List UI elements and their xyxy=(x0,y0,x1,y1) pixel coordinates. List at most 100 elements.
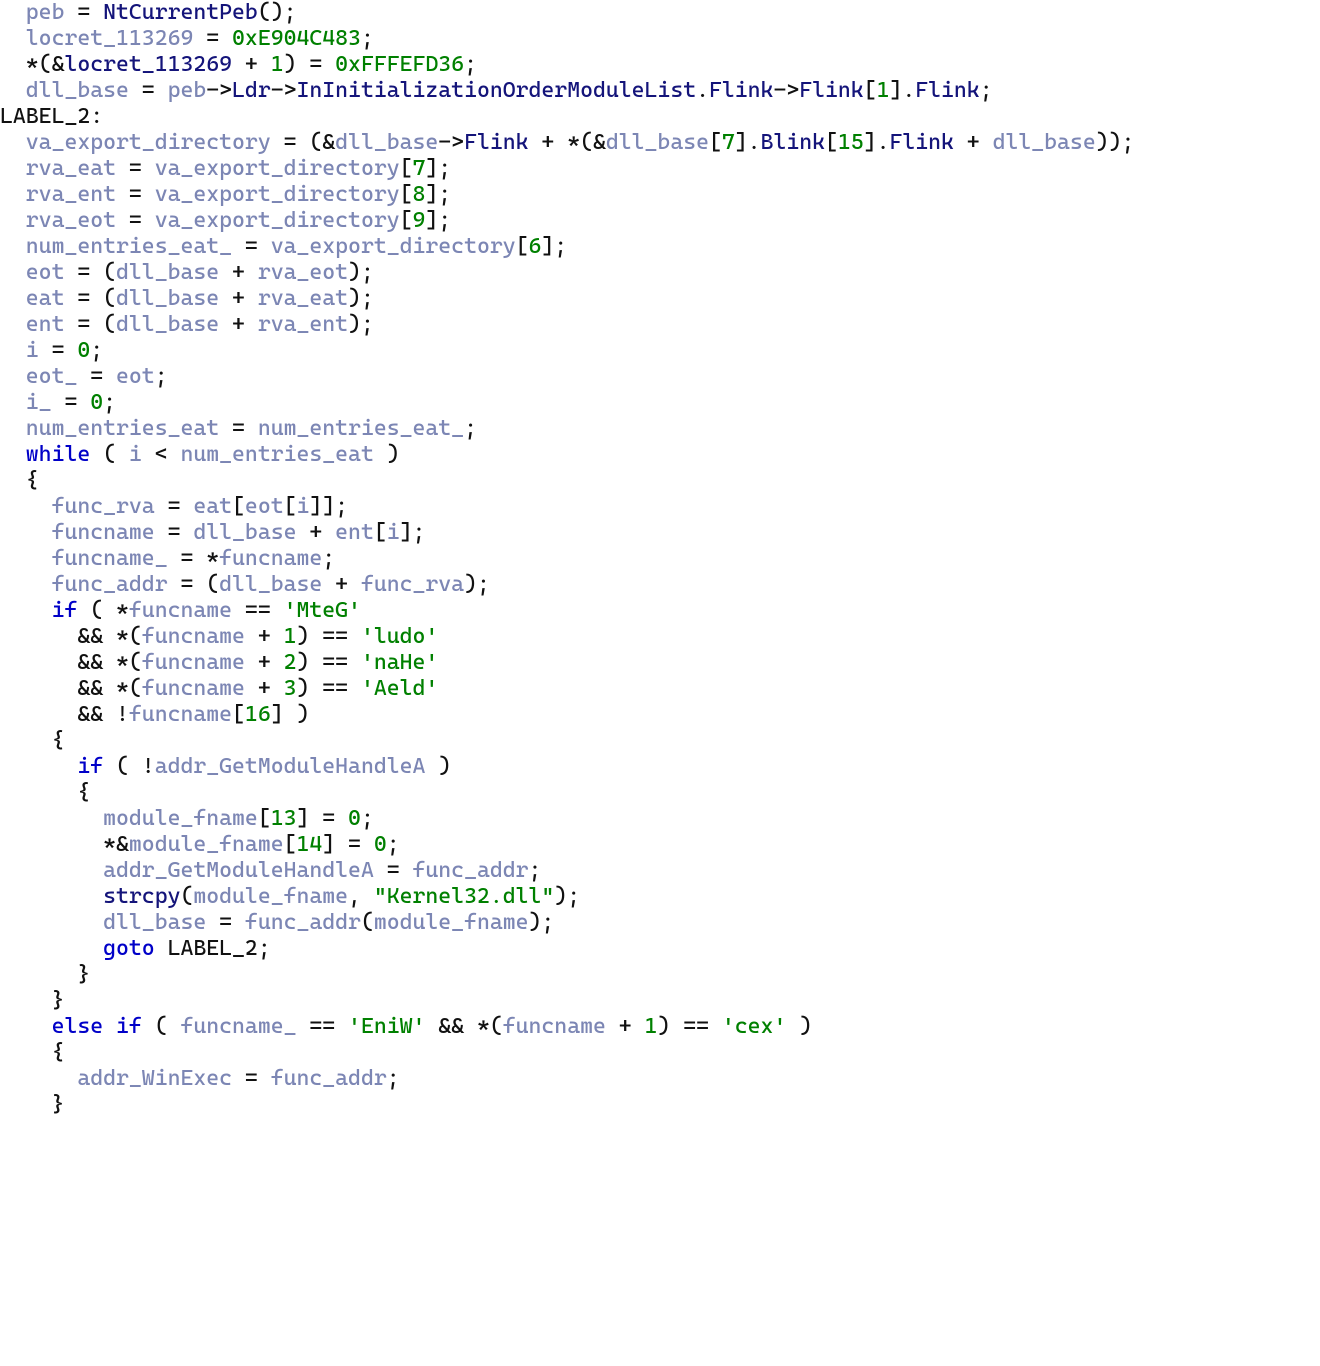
code-token: < xyxy=(142,442,181,467)
code-token: dll_base xyxy=(993,130,1096,155)
code-token: else xyxy=(52,1014,104,1039)
code-token: + xyxy=(219,312,258,337)
code-block: peb = NtCurrentPeb(); locret_113269 = 0x… xyxy=(0,0,1320,1118)
code-token: -> xyxy=(206,78,232,103)
code-token: + xyxy=(245,650,284,675)
code-token: ; xyxy=(322,546,335,571)
code-token: rva_ent xyxy=(26,182,116,207)
code-token: strcpy xyxy=(103,884,180,909)
code-token: [ xyxy=(709,130,722,155)
code-token: ]; xyxy=(425,208,451,233)
code-token: funcname_ xyxy=(180,1014,296,1039)
code-token: = xyxy=(155,520,194,545)
code-token: dll_base xyxy=(116,312,219,337)
code-token: eat xyxy=(26,286,65,311)
code-token: func_addr xyxy=(271,1066,387,1091)
code-token: addr_GetModuleHandleA xyxy=(155,754,426,779)
code-token: if xyxy=(116,1014,142,1039)
code-token: dll_base xyxy=(193,520,296,545)
code-token xyxy=(0,26,26,51)
code-token: = xyxy=(193,26,232,51)
code-token: ); xyxy=(348,286,374,311)
code-token: 0 xyxy=(77,338,90,363)
code-token: module_fname xyxy=(374,910,529,935)
code-token: i xyxy=(296,494,309,519)
code-token: Flink xyxy=(915,78,979,103)
code-token: == xyxy=(232,598,284,623)
code-token: locret_113269 xyxy=(64,52,232,77)
code-token: ; xyxy=(103,390,116,415)
code-token xyxy=(0,182,26,207)
code-token: rva_ent xyxy=(258,312,348,337)
code-token: Blink xyxy=(761,130,825,155)
code-token: 15 xyxy=(838,130,864,155)
code-token: Flink xyxy=(889,130,953,155)
code-token: ent xyxy=(335,520,374,545)
code-token: 13 xyxy=(271,806,297,831)
code-token xyxy=(103,1014,116,1039)
code-token: funcname xyxy=(129,702,232,727)
code-token: } xyxy=(0,1092,64,1117)
code-token: rva_eat xyxy=(26,156,116,181)
code-token: module_fname xyxy=(129,832,284,857)
code-token: = xyxy=(116,182,155,207)
code-token: va_export_directory xyxy=(271,234,516,259)
code-token: ]. xyxy=(864,130,890,155)
code-token: . xyxy=(696,78,709,103)
code-token: ; xyxy=(361,806,374,831)
code-token: ]; xyxy=(425,182,451,207)
code-token: && *( xyxy=(425,1014,502,1039)
code-token: i_ xyxy=(26,390,52,415)
code-token: Flink xyxy=(709,78,773,103)
code-token: eot xyxy=(116,364,155,389)
code-token: ); xyxy=(348,312,374,337)
code-token: = ( xyxy=(64,286,116,311)
code-token: = ( xyxy=(168,572,220,597)
code-token: dll_base xyxy=(606,130,709,155)
code-token: "Kernel32.dll" xyxy=(374,884,554,909)
code-token xyxy=(0,156,26,181)
code-token: ]. xyxy=(735,130,761,155)
code-token: [ xyxy=(825,130,838,155)
code-token: = xyxy=(116,156,155,181)
code-token: 0xE904C483 xyxy=(232,26,361,51)
code-token: funcname xyxy=(142,650,245,675)
code-token: -> xyxy=(438,130,464,155)
code-token: goto xyxy=(103,936,155,961)
code-token: = xyxy=(219,416,258,441)
code-token xyxy=(0,364,26,389)
code-token: while xyxy=(26,442,90,467)
code-token: 0 xyxy=(348,806,361,831)
code-token: { xyxy=(0,468,39,493)
code-token: rva_eot xyxy=(26,208,116,233)
code-token xyxy=(0,0,26,25)
code-token xyxy=(0,208,26,233)
code-token: = * xyxy=(168,546,220,571)
code-token: addr_WinExec xyxy=(77,1066,232,1091)
code-token: ; xyxy=(529,858,542,883)
code-token: peb xyxy=(168,78,207,103)
code-token: va_export_directory xyxy=(155,182,400,207)
code-token: ) = xyxy=(284,52,336,77)
code-token xyxy=(0,1066,77,1091)
code-token: ( ! xyxy=(103,754,155,779)
code-token: ; xyxy=(387,1066,400,1091)
code-token xyxy=(0,442,26,467)
code-token xyxy=(0,286,26,311)
code-token: ( xyxy=(180,884,193,909)
code-token: rva_eat xyxy=(258,286,348,311)
code-token: ) == xyxy=(296,676,360,701)
code-token: 14 xyxy=(296,832,322,857)
code-token xyxy=(0,598,52,623)
code-token: = ( xyxy=(64,312,116,337)
code-token: + xyxy=(296,520,335,545)
code-token: va_export_directory xyxy=(155,208,400,233)
code-token xyxy=(0,338,26,363)
code-token: if xyxy=(77,754,103,779)
code-token: ); xyxy=(529,910,555,935)
code-token xyxy=(0,312,26,337)
code-token: 8 xyxy=(413,182,426,207)
code-token xyxy=(0,520,52,545)
code-token: 9 xyxy=(413,208,426,233)
code-token: [ xyxy=(864,78,877,103)
